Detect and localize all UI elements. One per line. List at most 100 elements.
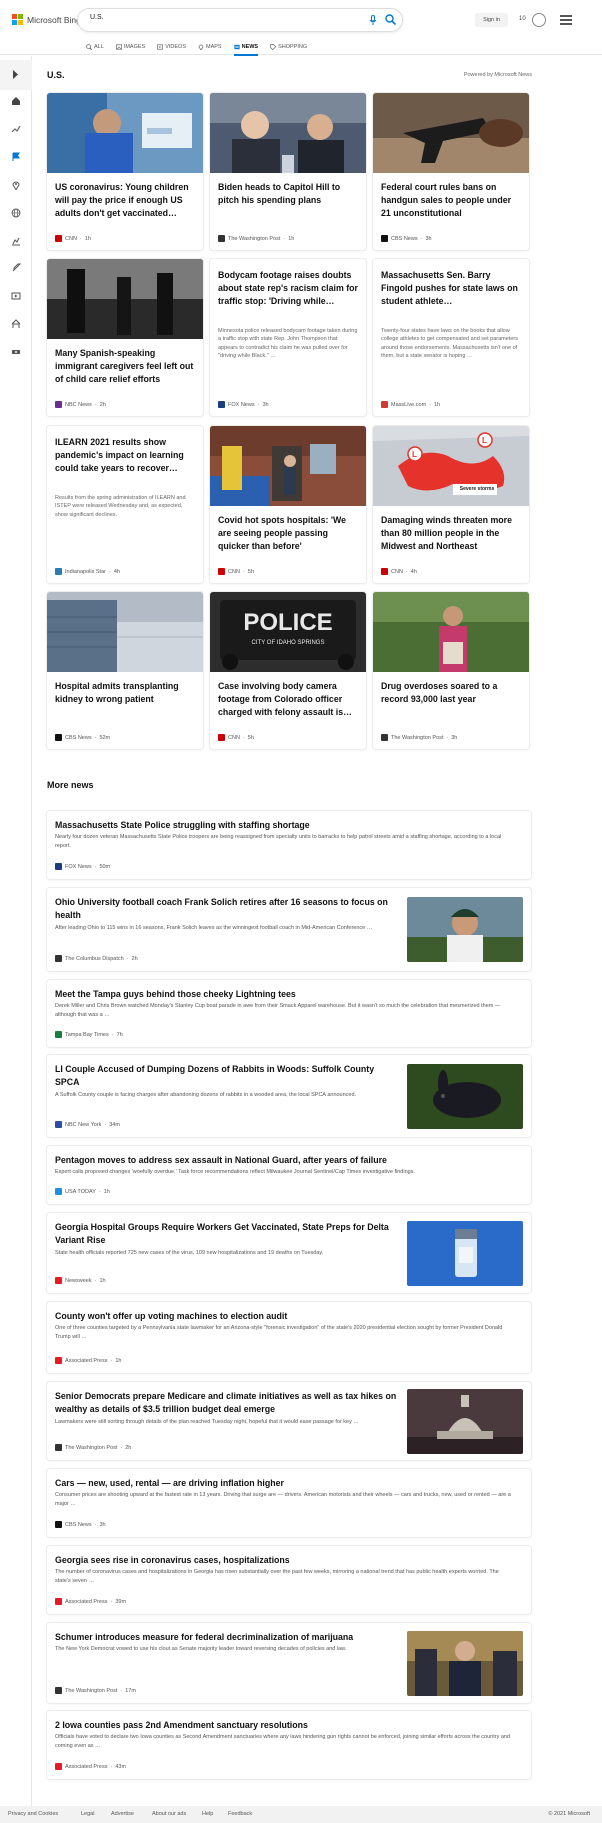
footer-link[interactable]: Advertise [111, 1811, 134, 1817]
news-list-item[interactable]: Georgia sees rise in coronavirus cases, … [47, 1546, 531, 1614]
location-icon[interactable] [11, 180, 21, 190]
rewards-trophy-icon[interactable] [532, 13, 546, 27]
card-title[interactable]: Federal court rules bans on handgun sale… [381, 181, 523, 220]
footer-link[interactable]: About our ads [152, 1811, 186, 1817]
news-list-item[interactable]: Massachusetts State Police struggling wi… [47, 811, 531, 879]
footer-link[interactable]: Feedback [228, 1811, 252, 1817]
building-photo[interactable] [47, 592, 203, 672]
news-title[interactable]: 2 Iowa counties pass 2nd Amendment sanct… [55, 1719, 515, 1732]
handgun-photo[interactable] [373, 93, 529, 173]
news-list-item[interactable]: Georgia Hospital Groups Require Workers … [47, 1213, 531, 1293]
card-title[interactable]: Drug overdoses soared to a record 93,000… [381, 680, 523, 706]
news-list-item[interactable]: Cars — new, used, rental — are driving i… [47, 1469, 531, 1537]
powered-by-label[interactable]: Powered by Microsoft News [464, 72, 532, 78]
rabbit-photo[interactable] [407, 1064, 523, 1129]
card-image[interactable]: POLICE CITY OF IDAHO SPRINGSPOLICE CITY OF… [210, 592, 366, 672]
news-card[interactable]: Bodycam footage raises doubts about stat… [210, 259, 366, 416]
card-image[interactable] [47, 259, 203, 339]
search-input[interactable] [90, 14, 330, 21]
sidebar-toggle-button[interactable] [0, 60, 32, 90]
news-card[interactable]: Hospital admits transplanting kidney to … [47, 592, 203, 749]
news-thumbnail[interactable] [407, 1064, 523, 1129]
capitol-photo[interactable] [407, 1389, 523, 1454]
card-title[interactable]: Covid hot spots hospitals: 'We are seein… [218, 514, 360, 553]
news-title[interactable]: Schumer introduces measure for federal d… [55, 1631, 400, 1644]
news-card[interactable]: Biden heads to Capitol Hill to pitch his… [210, 93, 366, 250]
card-image[interactable] [47, 93, 203, 173]
rocket-icon[interactable] [11, 263, 21, 273]
news-title[interactable]: LI Couple Accused of Dumping Dozens of R… [55, 1063, 400, 1089]
card-title[interactable]: Damaging winds threaten more than 80 mil… [381, 514, 523, 553]
entertainment-icon[interactable] [11, 291, 21, 301]
news-title[interactable]: Senior Democrats prepare Medicare and cl… [55, 1390, 400, 1416]
woman-photo[interactable] [373, 592, 529, 672]
tab-images[interactable]: IMAGES [115, 40, 145, 54]
hospital-photo[interactable] [210, 426, 366, 506]
news-title[interactable]: Pentagon moves to address sex assault in… [55, 1154, 515, 1167]
sign-in-button[interactable]: Sign in [475, 13, 508, 27]
tab-maps[interactable]: MAPS [198, 40, 222, 54]
news-title[interactable]: County won't offer up voting machines to… [55, 1310, 515, 1323]
news-card[interactable]: L L Severe storms Damaging winds threaten m… [373, 426, 529, 583]
card-image[interactable] [373, 592, 529, 672]
news-card[interactable]: US coronavirus: Young children will pay … [47, 93, 203, 250]
news-card[interactable]: Drug overdoses soared to a record 93,000… [373, 592, 529, 749]
rewards-count[interactable]: 10 [519, 16, 526, 22]
police-photo[interactable]: POLICE CITY OF IDAHO SPRINGS [210, 592, 366, 672]
news-list-item[interactable]: County won't offer up voting machines to… [47, 1302, 531, 1373]
card-title[interactable]: ILEARN 2021 results show pandemic's impa… [55, 436, 197, 475]
tab-news[interactable]: NEWS [233, 40, 258, 56]
vial-photo[interactable] [407, 1221, 523, 1286]
vaccine-photo[interactable] [47, 93, 203, 173]
footer-link[interactable]: Privacy and Cookies [8, 1811, 58, 1817]
card-title[interactable]: Many Spanish-speaking immigrant caregive… [55, 347, 197, 386]
card-image[interactable] [210, 426, 366, 506]
footer-link[interactable]: Legal [81, 1811, 94, 1817]
search-box[interactable] [78, 9, 402, 31]
card-title[interactable]: Bodycam footage raises doubts about stat… [218, 269, 360, 308]
senators-photo[interactable] [210, 93, 366, 173]
money-icon[interactable] [11, 347, 21, 357]
news-list-item[interactable]: Meet the Tampa guys behind those cheeky … [47, 980, 531, 1047]
news-thumbnail[interactable] [407, 1631, 523, 1696]
tab-videos[interactable]: VIDEOS [157, 40, 186, 54]
coach-photo[interactable] [407, 897, 523, 962]
card-title[interactable]: Hospital admits transplanting kidney to … [55, 680, 197, 706]
news-card[interactable]: Federal court rules bans on handgun sale… [373, 93, 529, 250]
news-list-item[interactable]: 2 Iowa counties pass 2nd Amendment sanct… [47, 1711, 531, 1779]
news-title[interactable]: Ohio University football coach Frank Sol… [55, 896, 400, 922]
card-image[interactable] [210, 93, 366, 173]
news-title[interactable]: Georgia sees rise in coronavirus cases, … [55, 1554, 515, 1567]
footer-link[interactable]: Help [202, 1811, 213, 1817]
tab-shopping[interactable]: SHOPPING [270, 40, 307, 54]
card-title[interactable]: US coronavirus: Young children will pay … [55, 181, 197, 220]
news-title[interactable]: Massachusetts State Police struggling wi… [55, 819, 515, 832]
card-image[interactable] [47, 592, 203, 672]
news-thumbnail[interactable] [407, 1221, 523, 1286]
news-thumbnail[interactable] [407, 1389, 523, 1454]
globe-icon[interactable] [11, 208, 21, 218]
microphone-icon[interactable] [368, 15, 378, 25]
news-list-item[interactable]: Pentagon moves to address sex assault in… [47, 1146, 531, 1204]
news-thumbnail[interactable] [407, 897, 523, 962]
news-card[interactable]: Many Spanish-speaking immigrant caregive… [47, 259, 203, 416]
news-list-item[interactable]: Ohio University football coach Frank Sol… [47, 888, 531, 971]
card-image[interactable]: L L Severe storms [373, 426, 529, 506]
trending-icon[interactable] [11, 124, 21, 134]
sports-icon[interactable] [11, 319, 21, 329]
business-icon[interactable] [11, 236, 21, 246]
news-card[interactable]: POLICE CITY OF IDAHO SPRINGSPOLICE CITY OF… [210, 592, 366, 749]
news-card[interactable]: Massachusetts Sen. Barry Fingold pushes … [373, 259, 529, 416]
hamburger-menu-icon[interactable] [560, 15, 572, 25]
silhouette-photo[interactable] [47, 259, 203, 339]
card-title[interactable]: Massachusetts Sen. Barry Fingold pushes … [381, 269, 523, 308]
home-icon[interactable] [11, 96, 21, 106]
weather-map[interactable]: LL [373, 426, 529, 506]
news-title[interactable]: Meet the Tampa guys behind those cheeky … [55, 988, 515, 1001]
flag-icon[interactable] [11, 152, 21, 162]
schumer-photo[interactable] [407, 1631, 523, 1696]
card-image[interactable] [373, 93, 529, 173]
news-title[interactable]: Cars — new, used, rental — are driving i… [55, 1477, 515, 1490]
news-title[interactable]: Georgia Hospital Groups Require Workers … [55, 1221, 400, 1247]
tab-all[interactable]: ALL [86, 40, 104, 54]
